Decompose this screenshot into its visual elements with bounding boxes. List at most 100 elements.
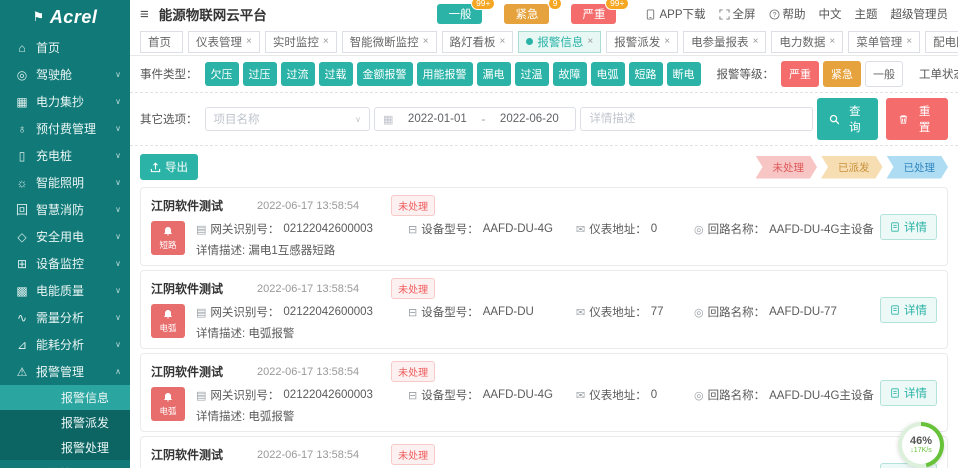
theme-switcher[interactable]: 主题 bbox=[855, 6, 878, 22]
tab-close-icon[interactable]: × bbox=[423, 36, 429, 47]
sidebar-item-smart-fire[interactable]: 回 智慧消防 ∨ bbox=[0, 196, 130, 223]
event-type-tag[interactable]: 欠压 bbox=[205, 62, 239, 86]
event-type-tag[interactable]: 漏电 bbox=[477, 62, 511, 86]
alarm-count-pill[interactable]: 一般99+ bbox=[437, 4, 482, 24]
chevron-down-icon: ∨ bbox=[355, 115, 361, 124]
sidebar-item-smart-lighting[interactable]: ☼ 智能照明 ∨ bbox=[0, 169, 130, 196]
chevron-icon: ∨ bbox=[115, 313, 121, 322]
tab-label: 报警信息 bbox=[537, 34, 583, 50]
reset-button[interactable]: 重置 bbox=[886, 98, 948, 140]
date-start-input[interactable] bbox=[399, 112, 475, 126]
event-type-tag[interactable]: 断电 bbox=[667, 62, 701, 86]
detail-button[interactable]: 详情 bbox=[880, 214, 937, 240]
tab-close-icon[interactable]: × bbox=[753, 36, 759, 47]
export-icon bbox=[150, 162, 161, 173]
help-icon: ? bbox=[769, 9, 780, 20]
sidebar-item-alarm-dispatch[interactable]: 报警派发 bbox=[0, 410, 130, 435]
app-download-link[interactable]: APP下载 bbox=[645, 6, 705, 22]
gateway-icon: ▤ bbox=[196, 389, 206, 402]
tab-alarm-dispatch[interactable]: 报警派发× bbox=[606, 31, 678, 53]
tab-close-icon[interactable]: × bbox=[829, 36, 835, 47]
sidebar-item-safe-power[interactable]: ◇ 安全用电 ∨ bbox=[0, 223, 130, 250]
project-select[interactable]: 项目名称 ∨ bbox=[205, 107, 370, 131]
user-menu[interactable]: 超级管理员 bbox=[891, 6, 949, 22]
search-button[interactable]: 查询 bbox=[817, 98, 879, 140]
tab-close-icon[interactable]: × bbox=[587, 36, 593, 47]
alarm-level-tag[interactable]: 一般 bbox=[865, 61, 903, 87]
date-end-input[interactable] bbox=[491, 112, 567, 126]
event-type-tag[interactable]: 过压 bbox=[243, 62, 277, 86]
alarm-timestamp: 2022-06-17 13:58:54 bbox=[257, 449, 359, 461]
alarm-level-tag[interactable]: 严重 bbox=[781, 61, 819, 87]
sidebar-item-charging-pile[interactable]: ▯ 充电桩 ∨ bbox=[0, 142, 130, 169]
date-range-picker[interactable]: ▦ - bbox=[374, 107, 576, 131]
acrel-logo-icon: ⚑ bbox=[33, 9, 45, 25]
tab-close-icon[interactable]: × bbox=[500, 36, 506, 47]
sidebar-item-ops-management[interactable]: ⚒ 运维管理 ∨ bbox=[0, 460, 130, 468]
status-badge: 未处理 bbox=[391, 195, 435, 216]
tab-menu-management[interactable]: 菜单管理× bbox=[848, 31, 920, 53]
performance-gauge[interactable]: 46% ↓17K/s bbox=[898, 422, 944, 468]
event-type-tag[interactable]: 故障 bbox=[553, 62, 587, 86]
gateway-value: 02122042600003 bbox=[283, 306, 373, 318]
sidebar-item-icon: ▯ bbox=[15, 149, 29, 163]
event-type-tag[interactable]: 电弧 bbox=[591, 62, 625, 86]
sidebar-item-alarm-handle[interactable]: 报警处理 bbox=[0, 435, 130, 460]
alarm-card-main: 江阴软件测试 2022-06-17 13:58:54 未处理 电弧 bbox=[151, 278, 880, 341]
list-toolbar: 导出 未处理已派发已处理 bbox=[130, 146, 958, 187]
alarm-count-pill[interactable]: 严重99+ bbox=[571, 4, 616, 24]
status-ribbon[interactable]: 已处理 bbox=[887, 156, 949, 179]
tab-close-icon[interactable]: × bbox=[906, 36, 912, 47]
tab-close-icon[interactable]: × bbox=[246, 36, 252, 47]
sidebar-item-label: 安全用电 bbox=[36, 228, 108, 245]
sidebar-item-cockpit[interactable]: ◎ 驾驶舱 ∨ bbox=[0, 61, 130, 88]
event-type-tag[interactable]: 用能报警 bbox=[417, 62, 473, 86]
document-icon bbox=[890, 388, 900, 398]
sidebar-item-alarm-info[interactable]: 报警信息 bbox=[0, 385, 130, 410]
event-type-tag[interactable]: 过温 bbox=[515, 62, 549, 86]
gateway-value: 02122042600003 bbox=[283, 223, 373, 235]
project-name: 江阴软件测试 bbox=[151, 446, 223, 463]
tab-power-data[interactable]: 电力数据× bbox=[771, 31, 843, 53]
circuit-name-value: AAFD-DU-77 bbox=[769, 306, 837, 318]
alarm-card: 江阴软件测试 2022-06-17 13:58:54 未处理 电弧 bbox=[140, 270, 948, 349]
tab-alarm-info[interactable]: 报警信息 × bbox=[518, 31, 601, 53]
event-type-tag[interactable]: 过载 bbox=[319, 62, 353, 86]
tab-eparam-report[interactable]: 电参量报表× bbox=[683, 31, 766, 53]
sidebar-item-demand-analysis[interactable]: ∿ 需量分析 ∨ bbox=[0, 304, 130, 331]
help-link[interactable]: ? 帮助 bbox=[769, 6, 806, 22]
detail-desc-input[interactable] bbox=[580, 107, 812, 131]
tab-distribution-diagram[interactable]: 配电图× bbox=[925, 31, 958, 53]
status-ribbon[interactable]: 未处理 bbox=[756, 156, 818, 179]
event-type-tag[interactable]: 过流 bbox=[281, 62, 315, 86]
alarm-count-pill[interactable]: 紧急9 bbox=[504, 4, 549, 24]
sidebar-item-energy-analysis[interactable]: ⊿ 能耗分析 ∨ bbox=[0, 331, 130, 358]
fullscreen-link[interactable]: 全屏 bbox=[719, 6, 756, 22]
alarm-type-label: 电弧 bbox=[159, 322, 176, 334]
alarm-level-tag[interactable]: 紧急 bbox=[823, 61, 861, 87]
tab-meter-management[interactable]: 仪表管理× bbox=[188, 31, 260, 53]
event-type-tag[interactable]: 短路 bbox=[629, 62, 663, 86]
sidebar-item-device-monitor[interactable]: ⊞ 设备监控 ∨ bbox=[0, 250, 130, 277]
tab-close-icon[interactable]: × bbox=[664, 36, 670, 47]
alarm-card-header: 江阴软件测试 2022-06-17 13:58:54 未处理 bbox=[151, 195, 880, 216]
sidebar-item-alarm-management[interactable]: ⚠ 报警管理 ∧ bbox=[0, 358, 130, 385]
detail-button[interactable]: 详情 bbox=[880, 297, 937, 323]
tab-home[interactable]: 首页 bbox=[140, 31, 183, 53]
status-ribbon[interactable]: 已派发 bbox=[821, 156, 883, 179]
tab-streetlight-board[interactable]: 路灯看板× bbox=[442, 31, 514, 53]
menu-toggle-icon[interactable]: ≡ bbox=[140, 6, 149, 23]
event-type-tag[interactable]: 金额报警 bbox=[357, 62, 413, 86]
sidebar-item-prepaid[interactable]: ♁ 预付费管理 ∨ bbox=[0, 115, 130, 142]
language-switcher[interactable]: 中文 bbox=[819, 6, 842, 22]
tab-realtime-monitor[interactable]: 实时监控× bbox=[265, 31, 337, 53]
tab-smart-breaker-monitor[interactable]: 智能微断监控× bbox=[342, 31, 437, 53]
tab-close-icon[interactable]: × bbox=[323, 36, 329, 47]
detail-button[interactable]: 详情 bbox=[880, 380, 937, 406]
sidebar-item-home[interactable]: ⌂ 首页 bbox=[0, 34, 130, 61]
export-button[interactable]: 导出 bbox=[140, 154, 198, 180]
sidebar-item-power-quality[interactable]: ▩ 电能质量 ∨ bbox=[0, 277, 130, 304]
location-icon: ◎ bbox=[694, 389, 704, 402]
event-type-filter-row: 事件类型： 欠压过压过流过载金额报警用能报警漏电过温故障电弧短路断电 报警等级：… bbox=[130, 56, 958, 93]
sidebar-item-power-collection[interactable]: ▦ 电力集抄 ∨ bbox=[0, 88, 130, 115]
